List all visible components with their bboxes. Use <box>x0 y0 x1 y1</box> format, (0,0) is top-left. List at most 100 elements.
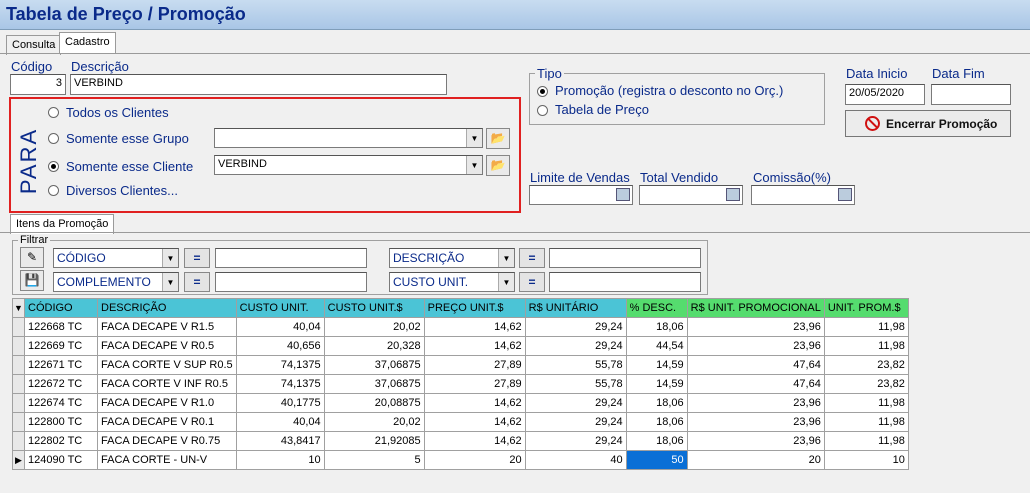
table-cell[interactable]: 124090 TC <box>24 450 98 470</box>
filter2-field-select[interactable]: DESCRIÇÃO ▼ <box>389 248 515 268</box>
data-fim-field[interactable] <box>931 84 1011 105</box>
filter3-operator-button[interactable]: = <box>184 272 210 292</box>
table-cell[interactable]: 122669 TC <box>24 336 98 356</box>
row-indicator[interactable] <box>12 431 25 451</box>
chevron-down-icon[interactable]: ▼ <box>466 129 482 147</box>
table-cell[interactable]: 14,62 <box>423 336 526 356</box>
table-cell[interactable]: 20 <box>686 450 825 470</box>
calculator-icon[interactable] <box>726 188 740 201</box>
table-row[interactable]: 122668 TC FACA DECAPE V R1.5 40,04 20,02 14,… <box>12 317 909 337</box>
table-row[interactable]: 122671 TC FACA CORTE V SUP R0.5 74,1375 37,… <box>12 355 909 375</box>
table-cell[interactable]: 23,96 <box>686 412 825 432</box>
table-cell[interactable]: FACA CORTE V SUP R0.5 <box>97 355 237 375</box>
table-cell[interactable]: 122668 TC <box>24 317 98 337</box>
row-indicator[interactable] <box>12 412 25 432</box>
tab-consulta[interactable]: Consulta <box>6 35 62 55</box>
table-cell[interactable]: 14,59 <box>625 374 688 394</box>
data-inicio-field[interactable]: 20/05/2020 <box>845 84 925 105</box>
col-header-rs-unit-promocional[interactable]: R$ UNIT. PROMOCIONAL <box>686 298 825 318</box>
calculator-icon[interactable] <box>616 188 630 201</box>
table-cell[interactable]: 21,92085 <box>323 431 425 451</box>
table-cell[interactable]: 50 <box>625 450 688 470</box>
filter1-operator-button[interactable]: = <box>184 248 210 268</box>
col-header-descricao[interactable]: DESCRIÇÃO <box>97 298 237 318</box>
encerrar-promocao-button[interactable]: Encerrar Promoção <box>845 110 1011 137</box>
radio-somente-cliente[interactable] <box>48 161 59 172</box>
table-cell[interactable]: 37,06875 <box>323 374 425 394</box>
filter1-value-input[interactable] <box>215 248 367 268</box>
filter4-operator-button[interactable]: = <box>519 272 545 292</box>
table-cell[interactable]: 55,78 <box>524 374 627 394</box>
table-row[interactable]: 122672 TC FACA CORTE V INF R0.5 74,1375 37,… <box>12 374 909 394</box>
col-header-preco-unit[interactable]: PREÇO UNIT.$ <box>423 298 526 318</box>
filter2-operator-button[interactable]: = <box>519 248 545 268</box>
table-cell[interactable]: 23,96 <box>686 393 825 413</box>
table-cell[interactable]: 29,24 <box>524 431 627 451</box>
folder-open-icon[interactable]: 📂 <box>486 128 510 149</box>
table-cell[interactable]: 37,06875 <box>323 355 425 375</box>
table-cell[interactable]: 14,62 <box>423 412 526 432</box>
table-cell[interactable]: 23,82 <box>823 355 909 375</box>
tab-cadastro[interactable]: Cadastro <box>59 32 116 54</box>
table-cell[interactable]: 47,64 <box>686 374 825 394</box>
chevron-down-icon[interactable]: ▼ <box>466 156 482 174</box>
row-indicator[interactable] <box>12 336 25 356</box>
col-header-custo-unit[interactable]: CUSTO UNIT. <box>235 298 325 318</box>
table-cell[interactable]: 20,08875 <box>323 393 425 413</box>
current-row-arrow-icon[interactable]: ▶ <box>12 450 25 470</box>
col-header-unit-prom[interactable]: UNIT. PROM.$ <box>823 298 909 318</box>
table-cell[interactable]: 122671 TC <box>24 355 98 375</box>
folder-open-icon[interactable]: 📂 <box>486 155 510 176</box>
table-cell[interactable]: 14,62 <box>423 317 526 337</box>
chevron-down-icon[interactable]: ▼ <box>498 273 514 291</box>
grupo-select[interactable]: ▼ <box>214 128 483 148</box>
table-cell[interactable]: 43,8417 <box>235 431 325 451</box>
total-vendido-field[interactable] <box>639 185 743 205</box>
table-cell[interactable]: 29,24 <box>524 393 627 413</box>
cliente-select[interactable]: VERBIND ▼ <box>214 155 483 175</box>
col-header-desc[interactable]: % DESC. <box>625 298 688 318</box>
filter2-value-input[interactable] <box>549 248 701 268</box>
table-cell[interactable]: 74,1375 <box>235 355 325 375</box>
table-cell[interactable]: 27,89 <box>423 374 526 394</box>
col-header-custo-unit-s[interactable]: CUSTO UNIT.$ <box>323 298 425 318</box>
filter3-field-select[interactable]: COMPLEMENTO ▼ <box>53 272 179 292</box>
filter1-field-select[interactable]: CÓDIGO ▼ <box>53 248 179 268</box>
table-cell[interactable]: 44,54 <box>625 336 688 356</box>
row-indicator[interactable] <box>12 393 25 413</box>
save-icon[interactable]: 💾 <box>20 270 44 291</box>
table-cell[interactable]: 23,96 <box>686 336 825 356</box>
limite-vendas-field[interactable] <box>529 185 633 205</box>
filter4-field-select[interactable]: CUSTO UNIT. ▼ <box>389 272 515 292</box>
table-cell[interactable]: 23,96 <box>686 431 825 451</box>
table-cell[interactable]: 23,96 <box>686 317 825 337</box>
table-cell[interactable]: FACA CORTE - UN-V <box>97 450 237 470</box>
table-cell[interactable]: 14,62 <box>423 431 526 451</box>
table-cell[interactable]: 20,328 <box>323 336 425 356</box>
radio-promocao[interactable] <box>537 86 548 97</box>
table-cell[interactable]: 14,62 <box>423 393 526 413</box>
filter3-value-input[interactable] <box>215 272 367 292</box>
table-cell[interactable]: 14,59 <box>625 355 688 375</box>
codigo-field[interactable]: 3 <box>10 74 66 95</box>
table-cell[interactable]: 122802 TC <box>24 431 98 451</box>
radio-todos-clientes[interactable] <box>48 107 59 118</box>
table-row[interactable]: ▶ 124090 TC FACA CORTE - UN-V 10 5 20 40 50 20 10 <box>12 450 909 470</box>
table-row[interactable]: 122674 TC FACA DECAPE V R1.0 40,1775 20,088… <box>12 393 909 413</box>
radio-somente-grupo[interactable] <box>48 133 59 144</box>
table-cell[interactable]: 18,06 <box>625 431 688 451</box>
table-cell[interactable]: 47,64 <box>686 355 825 375</box>
table-cell[interactable]: FACA DECAPE V R1.0 <box>97 393 237 413</box>
table-cell[interactable]: FACA DECAPE V R0.1 <box>97 412 237 432</box>
table-cell[interactable]: 20,02 <box>323 317 425 337</box>
table-cell[interactable]: 74,1375 <box>235 374 325 394</box>
comissao-field[interactable] <box>751 185 855 205</box>
chevron-down-icon[interactable]: ▼ <box>162 249 178 267</box>
table-cell[interactable]: 29,24 <box>524 412 627 432</box>
table-cell[interactable]: 11,98 <box>823 393 909 413</box>
table-cell[interactable]: 11,98 <box>823 412 909 432</box>
row-indicator[interactable] <box>12 374 25 394</box>
table-cell[interactable]: 11,98 <box>823 431 909 451</box>
table-cell[interactable]: 23,82 <box>823 374 909 394</box>
table-row[interactable]: 122800 TC FACA DECAPE V R0.1 40,04 20,02 14,… <box>12 412 909 432</box>
